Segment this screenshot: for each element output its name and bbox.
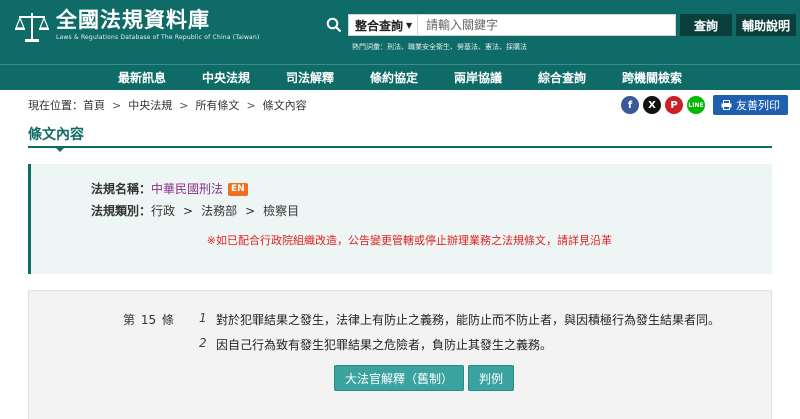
law-info-box: 法規名稱： 中華民國刑法 EN 法規類別： 行政 > 法務部 > 檢察目 ※如已… (28, 164, 772, 274)
help-button[interactable]: 輔助說明 (736, 14, 796, 36)
breadcrumb-home[interactable]: 首頁 (83, 97, 105, 113)
breadcrumb-bar: 現在位置： 首頁 > 中央法規 > 所有條文 > 條文內容 f X P LINE… (0, 90, 800, 120)
law-name-link[interactable]: 中華民國刑法 (151, 178, 223, 200)
hot-term-link[interactable]: 刑法 (387, 43, 401, 51)
nav-item-integrated-query[interactable]: 綜合查詢 (520, 65, 604, 90)
breadcrumb-separator: > (112, 98, 122, 112)
facebook-icon[interactable]: f (621, 96, 639, 114)
pinterest-icon[interactable]: P (665, 96, 683, 114)
page-title: 條文內容 (28, 127, 84, 143)
precedent-button[interactable]: 判例 (468, 365, 515, 391)
law-name-row: 法規名稱： 中華民國刑法 EN (91, 178, 772, 200)
nav-item-latest-news[interactable]: 最新訊息 (100, 65, 184, 90)
article-paragraph: 2 因自己行為致有發生犯罪結果之危險者，負防止其發生之義務。 (199, 336, 552, 353)
article-number: 第 15 條 (123, 313, 174, 327)
breadcrumb-separator: > (246, 98, 256, 112)
site-subtitle: Laws & Regulations Database of The Repub… (56, 34, 260, 41)
search-area: 整合查詢 ▼ 查詢 輔助說明 熱門詞彙：刑法、職業安全衛生、勞基法、憲法、採購法 (324, 14, 796, 52)
nav-item-judicial-interpretations[interactable]: 司法解釋 (268, 65, 352, 90)
law-category-item: 法務部 (201, 204, 238, 218)
search-input[interactable] (418, 14, 676, 36)
search-icon (324, 15, 344, 35)
print-button[interactable]: 友善列印 (713, 95, 788, 115)
law-category-label: 法規類別： (91, 204, 152, 218)
breadcrumb-all-articles[interactable]: 所有條文 (195, 97, 239, 113)
main-nav: 最新訊息 中央法規 司法解釋 條約協定 兩岸協議 綜合查詢 跨機關檢索 (0, 64, 800, 90)
breadcrumb-central-laws[interactable]: 中央法規 (128, 97, 172, 113)
line-icon[interactable]: LINE (687, 96, 705, 114)
english-version-badge[interactable]: EN (228, 182, 248, 196)
title-divider (28, 146, 772, 152)
search-type-value: 整合查詢 (355, 18, 404, 33)
site-logo[interactable]: 全國法規資料庫 Laws & Regulations Database of T… (14, 6, 259, 44)
law-category-item: 檢察目 (263, 204, 300, 218)
category-separator: > (183, 204, 194, 218)
law-category-item: 行政 (151, 204, 176, 218)
paragraph-number: 2 (199, 336, 207, 350)
article-buttons: 大法官解釋（舊制） 判例 (334, 365, 515, 391)
breadcrumb-current: 條文內容 (262, 99, 307, 112)
breadcrumb-separator: > (179, 98, 189, 112)
hot-term-link[interactable]: 採購法 (506, 43, 527, 51)
nav-item-cross-strait[interactable]: 兩岸協議 (436, 65, 520, 90)
reorganization-notice[interactable]: ※如已配合行政院組織改造，公告變更管轄或停止辦理業務之法規條文，請詳見沿革 (207, 232, 612, 248)
paragraph-text: 對於犯罪結果之發生，法律上有防止之義務，能防止而不防止者，與因積極行為發生結果者… (216, 313, 721, 327)
hot-term-link[interactable]: 勞基法 (457, 43, 478, 51)
law-category-row: 法規類別： 行政 > 法務部 > 檢察目 (91, 200, 772, 222)
scales-logo-icon (15, 13, 49, 42)
category-separator: > (245, 204, 256, 218)
chevron-down-icon: ▼ (406, 20, 413, 30)
paragraph-number: 1 (199, 311, 207, 325)
hot-terms: 熱門詞彙：刑法、職業安全衛生、勞基法、憲法、採購法 (352, 43, 527, 51)
hot-terms-label: 熱門詞彙： (352, 43, 387, 51)
site-header: 全國法規資料庫 Laws & Regulations Database of T… (0, 0, 800, 64)
nav-item-cross-agency-search[interactable]: 跨機關檢索 (604, 65, 700, 90)
x-icon[interactable]: X (643, 96, 661, 114)
share-bar: f X P LINE 友善列印 (621, 95, 788, 115)
breadcrumb-prefix: 現在位置： (28, 99, 83, 112)
paragraph-text: 因自己行為致有發生犯罪結果之危險者，負防止其發生之義務。 (216, 338, 553, 352)
article-box: 第 15 條 1 對於犯罪結果之發生，法律上有防止之義務，能防止而不防止者，與因… (28, 290, 772, 419)
hot-term-link[interactable]: 職業安全衛生 (408, 43, 450, 51)
article-paragraph: 1 對於犯罪結果之發生，法律上有防止之義務，能防止而不防止者，與因積極行為發生結… (199, 311, 720, 328)
nav-item-treaties[interactable]: 條約協定 (352, 65, 436, 90)
search-type-select[interactable]: 整合查詢 ▼ (348, 14, 418, 36)
query-button[interactable]: 查詢 (680, 14, 732, 36)
nav-item-central-laws[interactable]: 中央法規 (184, 65, 268, 90)
printer-icon (721, 100, 732, 110)
breadcrumb: 現在位置： 首頁 > 中央法規 > 所有條文 > 條文內容 (28, 97, 307, 113)
site-title: 全國法規資料庫 (56, 7, 210, 32)
law-name-label: 法規名稱： (91, 182, 152, 196)
constitutional-interpretation-button[interactable]: 大法官解釋（舊制） (334, 365, 465, 391)
print-button-label: 友善列印 (736, 99, 780, 112)
hot-term-link[interactable]: 憲法 (485, 43, 499, 51)
